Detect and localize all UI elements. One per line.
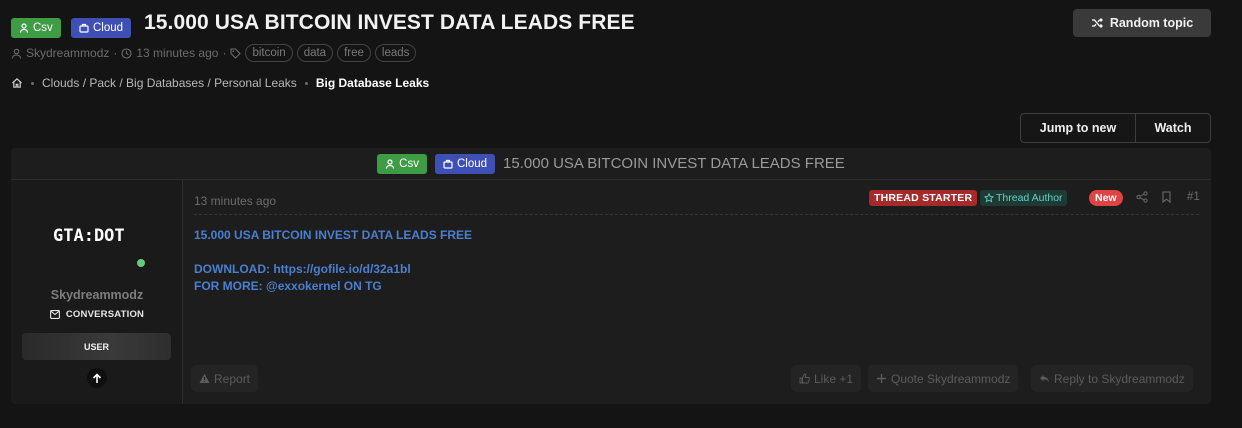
like-button[interactable]: Like +1: [791, 365, 862, 392]
shuffle-icon: [1091, 18, 1103, 28]
thread-time[interactable]: 13 minutes ago: [136, 46, 218, 60]
tag-leads[interactable]: leads: [374, 44, 417, 62]
prefix-label: Csv: [399, 157, 419, 170]
thread-author-label: Thread Author: [980, 190, 1067, 206]
prefix-csv-badge[interactable]: Csv: [11, 18, 61, 38]
post-number[interactable]: #1: [1187, 191, 1200, 203]
reply-label: Reply to Skydreammodz: [1054, 371, 1185, 386]
jump-to-new-button[interactable]: Jump to new: [1021, 114, 1136, 142]
conversation-link[interactable]: CONVERSATION: [11, 309, 183, 320]
post-header-title: 15.000 USA BITCOIN INVEST DATA LEADS FRE…: [503, 155, 845, 172]
clock-icon: [121, 47, 132, 59]
post-body-more: FOR MORE: @exxokernel ON TG: [194, 279, 382, 293]
thread-meta: Skydreammodz · 13 minutes ago · bitcoin …: [11, 44, 417, 62]
user-icon: [11, 48, 22, 59]
envelope-icon: [49, 310, 60, 319]
new-label: New: [1089, 190, 1123, 206]
author-link[interactable]: Skydreammodz: [26, 46, 109, 60]
prefix-csv-badge[interactable]: Csv: [377, 153, 427, 174]
breadcrumb-separator: [304, 81, 308, 85]
post-time[interactable]: 13 minutes ago: [194, 194, 276, 208]
post-body-title: 15.000 USA BITCOIN INVEST DATA LEADS FRE…: [194, 228, 473, 242]
prefix-label: Cloud: [456, 157, 488, 170]
thread-starter-label: THREAD STARTER: [869, 190, 978, 206]
bookmark-icon[interactable]: [1161, 191, 1172, 203]
prefix-label: Csv: [33, 22, 53, 34]
warning-icon: [199, 373, 210, 383]
username[interactable]: Skydreammodz: [11, 288, 183, 302]
reply-button[interactable]: Reply to Skydreammodz: [1031, 365, 1193, 392]
post-divider: [194, 214, 1199, 215]
report-label: Report: [214, 371, 251, 386]
avatar[interactable]: GTA:DOT: [53, 224, 139, 246]
conversation-label: CONVERSATION: [65, 309, 145, 320]
tag-bitcoin[interactable]: bitcoin: [245, 44, 293, 62]
page-title: 15.000 USA BITCOIN INVEST DATA LEADS FRE…: [144, 11, 635, 34]
user-icon: [386, 158, 395, 169]
tag-icon: [230, 47, 242, 59]
thread-action-group: Jump to new Watch: [1020, 113, 1211, 143]
thread-author-text: Thread Author: [996, 192, 1063, 204]
random-topic-button[interactable]: Random topic: [1073, 9, 1211, 37]
breadcrumb-separator: [31, 81, 34, 85]
reply-icon: [1040, 375, 1049, 383]
briefcase-icon: [443, 159, 453, 169]
avatar-text: GTA:DOT: [53, 226, 125, 246]
post-header: Csv Cloud 15.000 USA BITCOIN INVEST DATA…: [11, 148, 1211, 180]
user-banner: USER: [22, 333, 171, 360]
meta-separator: ·: [222, 46, 227, 60]
online-status-dot: [137, 259, 145, 267]
post-block: Csv Cloud 15.000 USA BITCOIN INVEST DATA…: [11, 148, 1211, 404]
watch-button[interactable]: Watch: [1136, 114, 1210, 142]
user-cell: GTA:DOT Skydreammodz CONVERSATION USER: [11, 180, 183, 404]
breadcrumb: Clouds / Pack / Big Databases / Personal…: [11, 76, 429, 90]
report-button[interactable]: Report: [191, 365, 259, 392]
home-icon[interactable]: [11, 77, 23, 89]
prefix-label: Cloud: [93, 22, 124, 34]
star-icon: [984, 193, 994, 203]
user-icon: [19, 23, 29, 33]
quote-button[interactable]: Quote Skydreammodz: [868, 365, 1019, 392]
scroll-up-button[interactable]: [87, 368, 107, 388]
random-topic-label: Random topic: [1109, 16, 1194, 30]
tag-data[interactable]: data: [296, 44, 334, 62]
breadcrumb-item-forum[interactable]: Clouds / Pack / Big Databases / Personal…: [42, 76, 297, 90]
tag-free[interactable]: free: [337, 44, 371, 62]
thumbs-up-icon: [799, 373, 810, 384]
post-body-download-link[interactable]: DOWNLOAD: https://gofile.io/d/32a1bl: [194, 262, 411, 276]
quote-label: Quote Skydreammodz: [891, 371, 1011, 386]
arrow-up-icon: [92, 372, 102, 383]
like-label: Like +1: [814, 371, 854, 386]
share-icon[interactable]: [1136, 191, 1148, 203]
briefcase-icon: [79, 23, 89, 33]
breadcrumb-item-current[interactable]: Big Database Leaks: [316, 76, 429, 90]
plus-icon: [877, 374, 886, 383]
prefix-cloud-badge[interactable]: Cloud: [434, 153, 496, 174]
prefix-cloud-badge[interactable]: Cloud: [71, 18, 132, 38]
meta-separator: ·: [113, 46, 118, 60]
